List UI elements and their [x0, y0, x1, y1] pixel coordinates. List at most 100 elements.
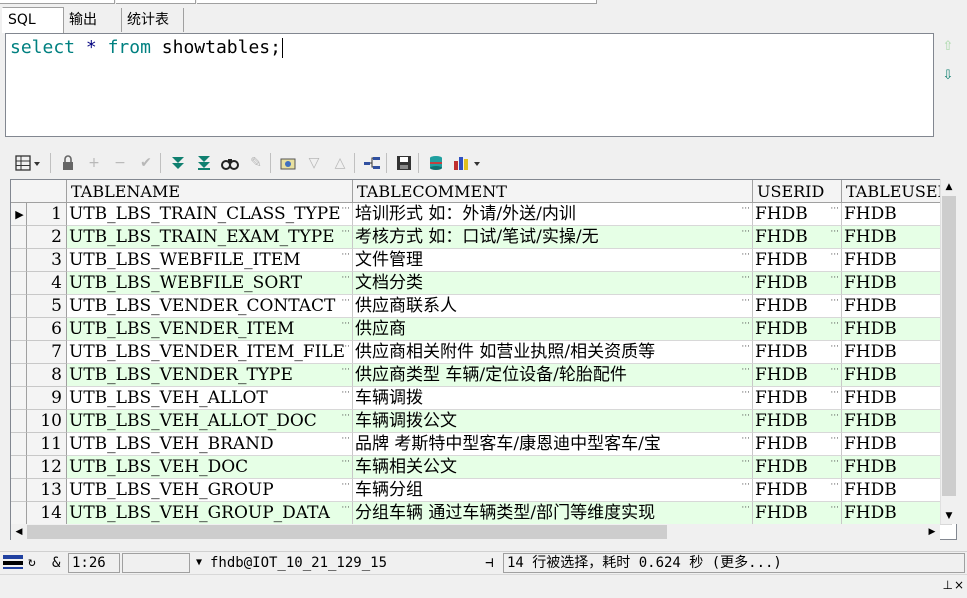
table-row[interactable]: 13 UTB_LBS_VEH_GROUP ··· 车辆分组 ··· FHDB ··· FHDB — [11, 479, 952, 502]
cell-tablecomment[interactable]: 考核方式 如：口试/笔试/实操/无 ··· — [353, 226, 753, 249]
cell-userid[interactable]: FHDB ··· — [753, 433, 842, 456]
cell-tablecomment[interactable]: 文件管理 ··· — [353, 249, 753, 272]
cell-editor-button-icon[interactable]: ··· — [341, 433, 350, 445]
cell-tablename[interactable]: UTB_LBS_VENDER_ITEM_FILE ··· — [67, 341, 353, 364]
cell-tableuser[interactable]: FHDB — [842, 203, 952, 226]
cell-tablecomment[interactable]: 培训形式 如：外请/外送/内训 ··· — [353, 203, 753, 226]
column-header-tablecomment[interactable]: TABLECOMMENT — [353, 180, 753, 203]
row-indicator[interactable] — [11, 318, 27, 341]
cell-editor-button-icon[interactable]: ··· — [741, 226, 750, 238]
tab-statistics[interactable]: 统计表 — [122, 8, 184, 32]
row-indicator[interactable]: ▶ — [11, 203, 27, 226]
cell-tablecomment[interactable]: 供应商类型 车辆/定位设备/轮胎配件 ··· — [353, 364, 753, 387]
tab-output[interactable]: 输出 — [64, 8, 122, 32]
row-number[interactable]: 14 — [27, 502, 67, 525]
chart-icon[interactable] — [452, 153, 486, 173]
cell-tablename[interactable]: UTB_LBS_VEH_GROUP_DATA ··· — [67, 502, 353, 525]
cell-editor-button-icon[interactable]: ··· — [830, 203, 839, 215]
cell-editor-button-icon[interactable]: ··· — [830, 272, 839, 284]
cell-tablename[interactable]: UTB_LBS_VEH_ALLOT ··· — [67, 387, 353, 410]
row-indicator[interactable] — [11, 502, 27, 525]
scroll-up-icon[interactable]: ▲ — [941, 179, 957, 195]
row-number[interactable]: 6 — [27, 318, 67, 341]
row-indicator[interactable] — [11, 249, 27, 272]
cell-editor-button-icon[interactable]: ··· — [830, 295, 839, 307]
row-indicator[interactable] — [11, 341, 27, 364]
cell-editor-button-icon[interactable]: ··· — [741, 479, 750, 491]
cell-userid[interactable]: FHDB ··· — [753, 318, 842, 341]
cell-tableuser[interactable]: FHDB — [842, 456, 952, 479]
save-icon[interactable] — [394, 153, 414, 173]
cell-editor-button-icon[interactable]: ··· — [741, 433, 750, 445]
scroll-down-icon[interactable]: ▼ — [941, 508, 957, 524]
row-indicator[interactable] — [11, 226, 27, 249]
cell-editor-button-icon[interactable]: ··· — [741, 502, 750, 514]
cell-editor-button-icon[interactable]: ··· — [341, 410, 350, 422]
cell-tableuser[interactable]: FHDB — [842, 318, 952, 341]
cell-userid[interactable]: FHDB ··· — [753, 456, 842, 479]
row-number[interactable]: 9 — [27, 387, 67, 410]
row-indicator[interactable] — [11, 364, 27, 387]
cell-tablename[interactable]: UTB_LBS_TRAIN_EXAM_TYPE ··· — [67, 226, 353, 249]
next-statement-icon[interactable]: ⇩ — [942, 69, 954, 83]
grid-horizontal-scrollbar[interactable]: ◀ ▶ — [11, 524, 940, 540]
cell-editor-button-icon[interactable]: ··· — [830, 410, 839, 422]
cell-editor-button-icon[interactable]: ··· — [741, 295, 750, 307]
cell-editor-button-icon[interactable]: ··· — [341, 203, 350, 215]
cell-tablecomment[interactable]: 车辆分组 ··· — [353, 479, 753, 502]
cell-editor-button-icon[interactable]: ··· — [830, 387, 839, 399]
row-number[interactable]: 11 — [27, 433, 67, 456]
row-indicator[interactable] — [11, 387, 27, 410]
dock-close-icon[interactable]: × — [954, 578, 964, 592]
cell-userid[interactable]: FHDB ··· — [753, 387, 842, 410]
row-indicator[interactable] — [11, 295, 27, 318]
cell-tableuser[interactable]: FHDB — [842, 341, 952, 364]
cell-editor-button-icon[interactable]: ··· — [341, 502, 350, 514]
cell-tableuser[interactable]: FHDB — [842, 226, 952, 249]
cell-tablename[interactable]: UTB_LBS_WEBFILE_SORT ··· — [67, 272, 353, 295]
delete-record-icon[interactable]: − — [110, 153, 130, 173]
cell-tablename[interactable]: UTB_LBS_VEH_ALLOT_DOC ··· — [67, 410, 353, 433]
cell-tablename[interactable]: UTB_LBS_VEH_DOC ··· — [67, 456, 353, 479]
connection-name[interactable]: fhdb@IOT_10_21_129_15 — [210, 553, 387, 573]
row-indicator[interactable] — [11, 410, 27, 433]
cell-editor-button-icon[interactable]: ··· — [830, 433, 839, 445]
row-indicator[interactable] — [11, 456, 27, 479]
cell-editor-button-icon[interactable]: ··· — [830, 341, 839, 353]
cell-userid[interactable]: FHDB ··· — [753, 341, 842, 364]
table-row[interactable]: 4 UTB_LBS_WEBFILE_SORT ··· 文档分类 ··· FHDB ··· FH… — [11, 272, 952, 295]
cell-tableuser[interactable]: FHDB — [842, 410, 952, 433]
table-row[interactable]: 11 UTB_LBS_VEH_BRAND ··· 品牌 考斯特中型客车/康恩迪中型客车… — [11, 433, 952, 456]
table-row[interactable]: 5 UTB_LBS_VENDER_CONTACT ··· 供应商联系人 ··· FHDB ·… — [11, 295, 952, 318]
clear-icon[interactable]: ✎ — [246, 153, 266, 173]
cell-tableuser[interactable]: FHDB — [842, 502, 952, 525]
cell-editor-button-icon[interactable]: ··· — [341, 272, 350, 284]
cell-editor-button-icon[interactable]: ··· — [341, 364, 350, 376]
scroll-right-icon[interactable]: ▶ — [924, 524, 940, 540]
cell-editor-button-icon[interactable]: ··· — [341, 318, 350, 330]
previous-statement-icon[interactable]: ⇧ — [942, 40, 954, 54]
cell-userid[interactable]: FHDB ··· — [753, 502, 842, 525]
scroll-left-icon[interactable]: ◀ — [11, 524, 27, 540]
cell-tablecomment[interactable]: 供应商联系人 ··· — [353, 295, 753, 318]
table-row[interactable]: 7 UTB_LBS_VENDER_ITEM_FILE ··· 供应商相关附件 如营业执… — [11, 341, 952, 364]
cell-editor-button-icon[interactable]: ··· — [341, 295, 350, 307]
row-number[interactable]: 13 — [27, 479, 67, 502]
cell-tablecomment[interactable]: 供应商 ··· — [353, 318, 753, 341]
cell-tablecomment[interactable]: 品牌 考斯特中型客车/康恩迪中型客车/宝 ··· — [353, 433, 753, 456]
row-number[interactable]: 3 — [27, 249, 67, 272]
cell-editor-button-icon[interactable]: ··· — [741, 203, 750, 215]
cell-tablecomment[interactable]: 分组车辆 通过车辆类型/部门等维度实现 ··· — [353, 502, 753, 525]
cell-editor-button-icon[interactable]: ··· — [341, 456, 350, 468]
cell-editor-button-icon[interactable]: ··· — [341, 341, 350, 353]
add-record-icon[interactable]: + — [84, 153, 104, 173]
cell-userid[interactable]: FHDB ··· — [753, 479, 842, 502]
cell-userid[interactable]: FHDB ··· — [753, 364, 842, 387]
table-row[interactable]: 8 UTB_LBS_VENDER_TYPE ··· 供应商类型 车辆/定位设备/轮胎配… — [11, 364, 952, 387]
pin-icon[interactable]: ⊣ — [485, 553, 493, 573]
dock-pin-icon[interactable]: ⊥ — [943, 578, 953, 592]
row-number[interactable]: 8 — [27, 364, 67, 387]
cell-editor-button-icon[interactable]: ··· — [741, 272, 750, 284]
cell-editor-button-icon[interactable]: ··· — [341, 479, 350, 491]
row-number[interactable]: 10 — [27, 410, 67, 433]
